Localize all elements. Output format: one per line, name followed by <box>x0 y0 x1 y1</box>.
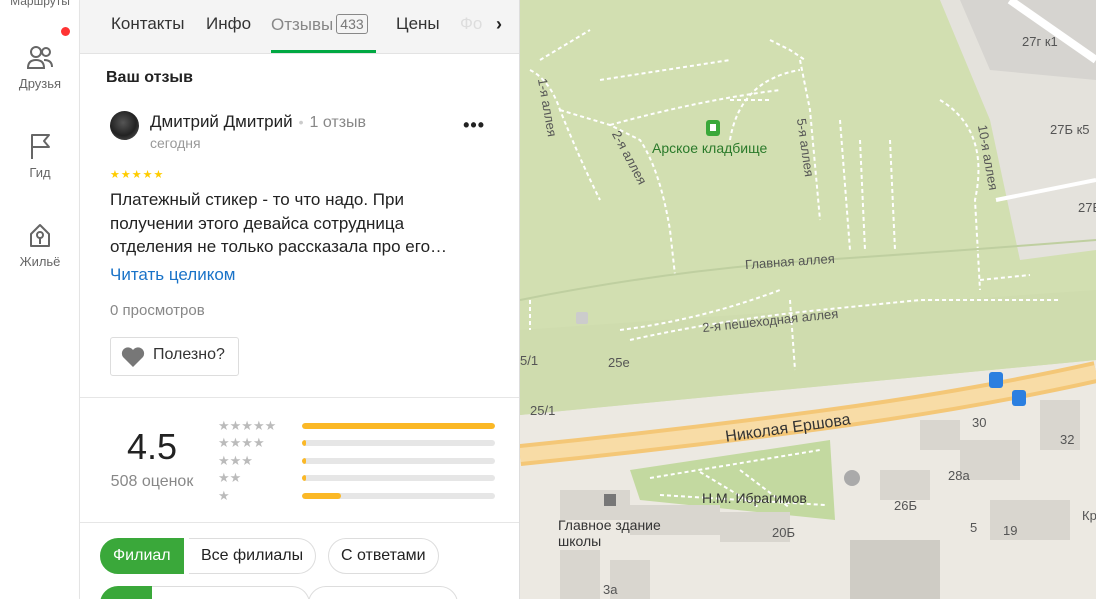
reviews-count-badge: 433 <box>336 14 368 34</box>
sort-chip-partial-3[interactable] <box>308 586 458 599</box>
sort-chip-partial[interactable] <box>100 586 152 599</box>
active-tab-underline <box>271 50 376 53</box>
review-stars: ★★★★★ <box>110 169 165 181</box>
rating-score: 4.5 <box>126 426 178 467</box>
map-view[interactable]: Арское кладбище Главная аллея 2-я пешехо… <box>520 0 1096 599</box>
rail-item-housing[interactable]: Жильё <box>0 220 80 269</box>
rating-row-2: ★★ <box>218 471 498 485</box>
rating-bar <box>302 440 495 446</box>
rating-row-stars: ★ <box>218 488 230 503</box>
rating-row-4: ★★★★ <box>218 436 498 450</box>
tab-reviews-label: Отзывы <box>271 15 334 34</box>
author-review-count: 1 отзыв <box>309 114 367 131</box>
useful-button[interactable]: Полезно? <box>110 337 239 376</box>
rail-item-guide-label: Гид <box>29 165 51 180</box>
reviews-panel: Контакты Инфо Отзывы 433 Цены Фо › Ваш от… <box>80 0 520 599</box>
rail-item-friends-label: Друзья <box>18 76 62 91</box>
read-more-link[interactable]: Читать целиком <box>110 265 236 285</box>
map-place-school[interactable]: Главное здание школы <box>558 517 673 549</box>
map-poi-cemetery[interactable]: Арское кладбище <box>652 140 767 156</box>
flag-icon <box>31 134 50 159</box>
review-author-name[interactable]: Дмитрий Дмитрий <box>150 112 293 131</box>
dot-separator: • <box>298 114 304 130</box>
views-count: 0 просмотров <box>110 302 205 319</box>
map-house-number: 5 <box>970 520 978 535</box>
rating-bar-fill <box>302 423 495 429</box>
app-root: Маршруты Друзья Гид Жильё Контакты Инфо … <box>0 0 1096 599</box>
tab-bar: Контакты Инфо Отзывы 433 Цены Фо › <box>80 0 519 54</box>
avatar[interactable] <box>110 111 139 140</box>
rail-item-housing-label: Жильё <box>19 254 61 269</box>
rating-bar <box>302 493 495 499</box>
rating-bar-fill <box>302 475 306 481</box>
divider <box>80 397 519 398</box>
filter-with-answers-chip[interactable]: С ответами <box>328 538 439 574</box>
left-rail: Маршруты Друзья Гид Жильё <box>0 0 80 599</box>
your-review-title: Ваш отзыв <box>106 69 193 86</box>
tab-photos[interactable]: Фо <box>460 14 482 34</box>
map-canvas <box>520 0 1096 599</box>
tab-prices[interactable]: Цены <box>396 14 440 34</box>
rating-row-5: ★★★★★ <box>218 419 498 433</box>
filter-branch-chip[interactable]: Филиал <box>100 538 184 574</box>
map-house-number: 25е <box>608 355 630 370</box>
tab-info[interactable]: Инфо <box>206 14 251 34</box>
rating-row-stars: ★★★★★ <box>218 418 277 433</box>
map-house-number: 27г к1 <box>1022 34 1058 49</box>
rail-item-friends[interactable]: Друзья <box>0 42 80 91</box>
map-house-number: 26Б <box>894 498 917 513</box>
tab-contacts[interactable]: Контакты <box>111 14 184 34</box>
rating-row-stars: ★★★★ <box>218 435 265 450</box>
rating-bar-fill <box>302 493 341 499</box>
heart-icon <box>121 347 145 367</box>
friends-icon <box>26 46 53 69</box>
map-house-number: 20Б <box>772 525 795 540</box>
map-house-number: 27Б к5 <box>1050 122 1090 137</box>
map-house-number: 5/1 <box>520 353 539 368</box>
rating-bar <box>302 423 495 429</box>
rating-row-stars: ★★★ <box>218 453 253 468</box>
chevron-right-icon[interactable]: › <box>496 14 502 35</box>
map-house-number: Кр <box>1082 508 1096 523</box>
filter-all-branches-chip[interactable]: Все филиалы <box>189 538 317 574</box>
map-house-number: 3а <box>603 582 618 597</box>
rating-bar <box>302 458 495 464</box>
rating-bar-fill <box>302 458 306 464</box>
divider <box>80 522 519 523</box>
rating-bar <box>302 475 495 481</box>
review-text: Платежный стикер - то что надо. При полу… <box>110 190 448 256</box>
review-date: сегодня <box>150 135 201 151</box>
map-place-ibragimov[interactable]: Н.М. Ибрагимов <box>702 490 807 506</box>
rating-row-stars: ★★ <box>218 470 242 485</box>
map-house-number: 30 <box>972 415 987 430</box>
rail-item-guide[interactable]: Гид <box>0 131 80 180</box>
rating-count: 508 оценок <box>110 473 194 490</box>
more-options-icon[interactable]: ••• <box>463 115 485 136</box>
map-house-number: 28а <box>948 468 970 483</box>
map-house-number: 25/1 <box>530 403 556 418</box>
tab-reviews[interactable]: Отзывы 433 <box>271 14 368 35</box>
rail-item-routes-label[interactable]: Маршруты <box>0 0 80 8</box>
review-author-line: Дмитрий Дмитрий • 1 отзыв <box>150 112 366 132</box>
useful-label: Полезно? <box>153 346 225 363</box>
rating-bar-fill <box>302 440 306 446</box>
rating-row-1: ★ <box>218 489 498 503</box>
map-house-number: 27В <box>1078 200 1096 215</box>
map-house-number: 19 <box>1003 523 1018 538</box>
rating-row-3: ★★★ <box>218 454 498 468</box>
house-key-icon <box>30 224 50 247</box>
notification-dot <box>61 27 70 36</box>
map-house-number: 32 <box>1060 432 1075 447</box>
sort-chip-partial-2[interactable] <box>152 586 310 599</box>
